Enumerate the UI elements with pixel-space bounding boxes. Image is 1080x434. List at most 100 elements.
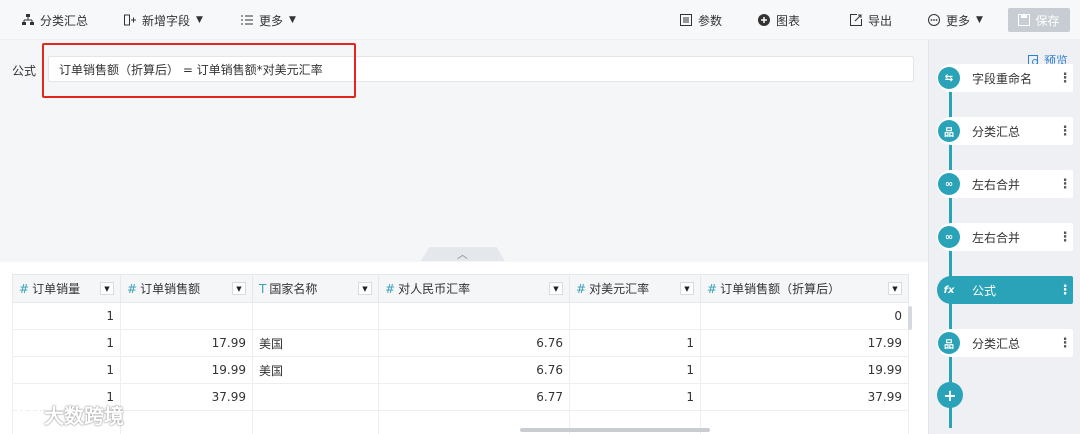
more-vertical-icon[interactable]: ⋮ <box>1057 124 1073 139</box>
column-header-label: 订单销售额（折算后） <box>720 282 841 296</box>
dropdown-arrow-icon[interactable]: ▼ <box>549 282 563 295</box>
more-right-button[interactable]: 更多 ▼ <box>928 0 983 40</box>
data-table: # 订单销量 ▼ # 订单销售额 ▼ T 国家名称 ▼ # 对人民币汇率 ▼ # 对美元汇率 ▼ # 订单销售额… <box>12 274 909 434</box>
step-label: 分类汇总 <box>972 336 1021 351</box>
table-cell <box>378 302 570 330</box>
more-vertical-icon[interactable]: ⋮ <box>1057 71 1073 86</box>
dropdown-arrow-icon[interactable]: ▼ <box>100 282 114 295</box>
table-cell: 17.99 <box>700 329 909 357</box>
table-cell <box>252 383 379 411</box>
formula-area: 公式 订单销售额（折算后） = 订单销售额*对美元汇率 <box>0 40 928 250</box>
dropdown-arrow-icon[interactable]: ▼ <box>232 282 246 295</box>
step-item[interactable]: ⇆ 字段重命名 ⋮ <box>937 64 1073 92</box>
table-cell <box>700 410 909 434</box>
column-header[interactable]: # 订单销售额（折算后） ▼ <box>700 274 909 303</box>
more-left-button[interactable]: 更多 ▼ <box>241 0 296 40</box>
dropdown-arrow-icon[interactable]: ▼ <box>888 282 902 295</box>
column-header-label: 对人民币汇率 <box>398 282 471 296</box>
table-cell: 37.99 <box>700 383 909 411</box>
step-label: 公式 <box>972 283 997 298</box>
more-left-label: 更多 <box>259 13 284 28</box>
column-header[interactable]: # 订单销量 ▼ <box>12 274 121 303</box>
table-cell: 美国 <box>252 329 379 357</box>
export-button[interactable]: 导出 <box>850 0 892 40</box>
column-header-label: 国家名称 <box>269 282 318 296</box>
params-icon <box>680 14 692 26</box>
more-vertical-icon[interactable]: ⋮ <box>1057 177 1073 192</box>
horizontal-scrollbar[interactable] <box>520 428 710 432</box>
table-cell: 17.99 <box>120 329 253 357</box>
hierarchy-icon <box>22 14 34 25</box>
save-icon <box>1018 14 1031 26</box>
table-cell: 1 <box>569 383 701 411</box>
group-summary-label: 分类汇总 <box>40 13 89 28</box>
table-cell: 1 <box>569 329 701 357</box>
table-cell: 19.99 <box>700 356 909 384</box>
export-label: 导出 <box>868 13 893 28</box>
list-icon <box>241 15 253 25</box>
more-vertical-icon[interactable]: ⋮ <box>1057 230 1073 245</box>
step-item[interactable]: ∞ 左右合并 ⋮ <box>937 170 1073 198</box>
formula-input[interactable]: 订单销售额（折算后） = 订单销售额*对美元汇率 <box>48 56 914 82</box>
table-cell <box>120 410 253 434</box>
table-cell <box>120 302 253 330</box>
table-cell: 0 <box>700 302 909 330</box>
add-field-icon <box>124 14 136 26</box>
table-header-row: # 订单销量 ▼ # 订单销售额 ▼ T 国家名称 ▼ # 对人民币汇率 ▼ # 对美元汇率 ▼ # 订单销售额… <box>12 274 909 303</box>
step-item[interactable]: 品分类汇总 ⋮ <box>937 117 1073 145</box>
save-button[interactable]: 保存 <box>1008 8 1070 32</box>
column-header-label: 对美元汇率 <box>589 282 650 296</box>
toolbar: 分类汇总 新增字段 ▼ 更多 ▼ 参数 图表 导出 更多 ▼ 保存 <box>0 0 1080 40</box>
table-row: 1 17.99 美国 6.76 1 17.99 <box>12 329 909 357</box>
table-cell: 19.99 <box>120 356 253 384</box>
table-cell: 1 <box>569 356 701 384</box>
field-type-icon: # <box>707 282 718 296</box>
field-type-icon: # <box>19 282 30 296</box>
step-label: 左右合并 <box>972 177 1021 192</box>
vertical-scrollbar[interactable] <box>908 306 912 330</box>
column-header-label: 订单销量 <box>32 282 81 296</box>
more-vertical-icon[interactable]: ⋮ <box>1057 283 1073 298</box>
caret-down-icon: ▼ <box>196 15 203 25</box>
caret-down-icon: ▼ <box>289 15 296 25</box>
table-row: 1 19.99 美国 6.76 1 19.99 <box>12 356 909 384</box>
table-cell <box>252 410 379 434</box>
add-field-button[interactable]: 新增字段 ▼ <box>124 0 203 40</box>
step-item[interactable]: 品分类汇总 ⋮ <box>937 329 1073 357</box>
more-circle-icon <box>928 14 940 26</box>
params-button[interactable]: 参数 <box>680 0 722 40</box>
chart-button[interactable]: 图表 <box>758 0 800 40</box>
chevron-up-icon: ︿ <box>457 248 468 261</box>
table-cell: 6.76 <box>378 329 570 357</box>
step-item[interactable]: ∞ 左右合并 ⋮ <box>937 223 1073 251</box>
data-table-area: # 订单销量 ▼ # 订单销售额 ▼ T 国家名称 ▼ # 对人民币汇率 ▼ # 对美元汇率 ▼ # 订单销售额… <box>0 262 928 434</box>
table-cell <box>252 302 379 330</box>
collapse-handle[interactable]: ︿ <box>421 247 505 261</box>
step-item[interactable]: fx 公式 ⋮ <box>937 276 1073 304</box>
merge-icon: ∞ <box>938 173 960 195</box>
group-summary-button[interactable]: 分类汇总 <box>22 0 88 40</box>
dropdown-arrow-icon[interactable]: ▼ <box>680 282 694 295</box>
dropdown-arrow-icon[interactable]: ▼ <box>358 282 372 295</box>
step-label: 字段重命名 <box>972 71 1033 86</box>
add-step-button[interactable]: + <box>937 382 963 408</box>
column-header[interactable]: # 对人民币汇率 ▼ <box>378 274 570 303</box>
table-cell: 6.77 <box>378 383 570 411</box>
step-panel: 预览 ⇆ 字段重命名 ⋮ 品分类汇总 ⋮ ∞ 左右合并 ⋮ ∞ 左右合并 ⋮ fx 公式 ⋮ 品分类汇总 ⋮ … <box>928 40 1080 434</box>
table-cell <box>569 302 701 330</box>
add-field-label: 新增字段 <box>142 13 191 28</box>
more-vertical-icon[interactable]: ⋮ <box>1057 336 1073 351</box>
column-header[interactable]: # 订单销售额 ▼ <box>120 274 253 303</box>
watermark-text: 大数跨境 <box>44 404 124 428</box>
table-row: 10 <box>12 302 909 330</box>
column-header[interactable]: # 对美元汇率 ▼ <box>569 274 701 303</box>
column-header[interactable]: T 国家名称 ▼ <box>252 274 379 303</box>
table-cell: 1 <box>12 329 121 357</box>
caret-down-icon: ▼ <box>976 15 983 25</box>
field-type-icon: # <box>127 282 138 296</box>
table-row <box>12 410 909 434</box>
save-label: 保存 <box>1035 13 1060 28</box>
export-icon <box>850 14 862 26</box>
column-header-label: 订单销售额 <box>140 282 201 296</box>
formula-expression: 订单销售额（折算后） = 订单销售额*对美元汇率 <box>59 62 323 77</box>
